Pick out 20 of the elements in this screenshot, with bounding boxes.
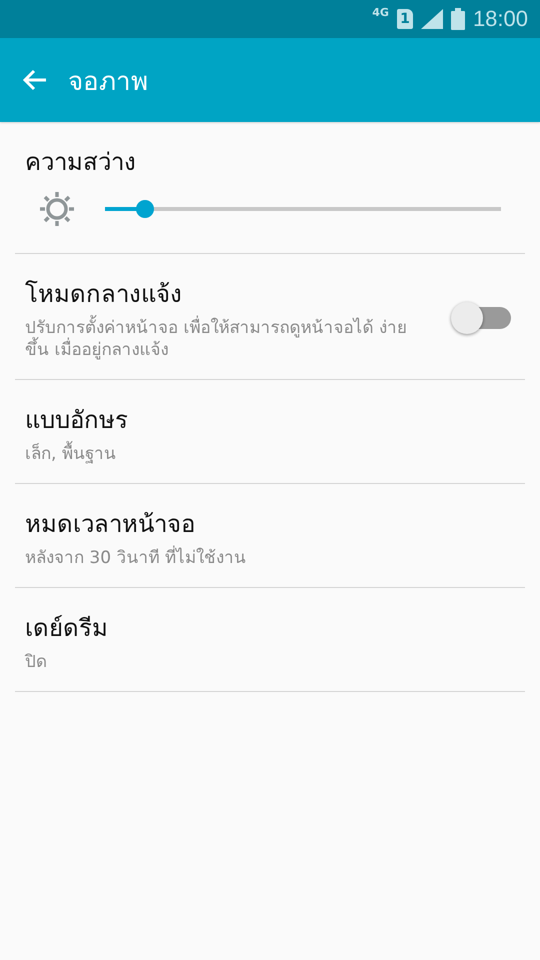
toggle-switch[interactable] [451,300,511,335]
setting-summary: หลังจาก 30 วินาที ที่ไม่ใช้งาน [25,547,410,570]
setting-title: ความสว่าง [25,147,137,178]
setting-title[interactable]: แบบอักษร [25,400,515,440]
signal-icon [420,9,443,29]
sim-icon: 1 [396,9,413,29]
back-arrow-icon[interactable] [22,68,48,92]
battery-icon [450,8,465,30]
setting-title: โหมดกลางแจ้ง [25,279,183,310]
setting-title[interactable]: หมดเวลาหน้าจอ [25,504,515,544]
setting-summary: เล็ก, พื้นฐาน [25,443,410,466]
clock: 18:00 [472,6,528,32]
brightness-icon [39,191,75,227]
brightness-slider[interactable] [105,200,501,218]
network-type: 4G [372,7,389,18]
slider-thumb[interactable] [136,200,154,218]
screen-title: จอภาพ [68,66,148,98]
setting-summary: ปรับการตั้งค่าหน้าจอ เพื่อให้สามารถดูหน้าจอได้ ง่ายขึ้น เมื่ออยู่กลางแจ้ง [25,317,410,362]
setting-summary: ปิด [25,651,48,674]
setting-title[interactable]: เดย์ดรีม [25,608,515,648]
